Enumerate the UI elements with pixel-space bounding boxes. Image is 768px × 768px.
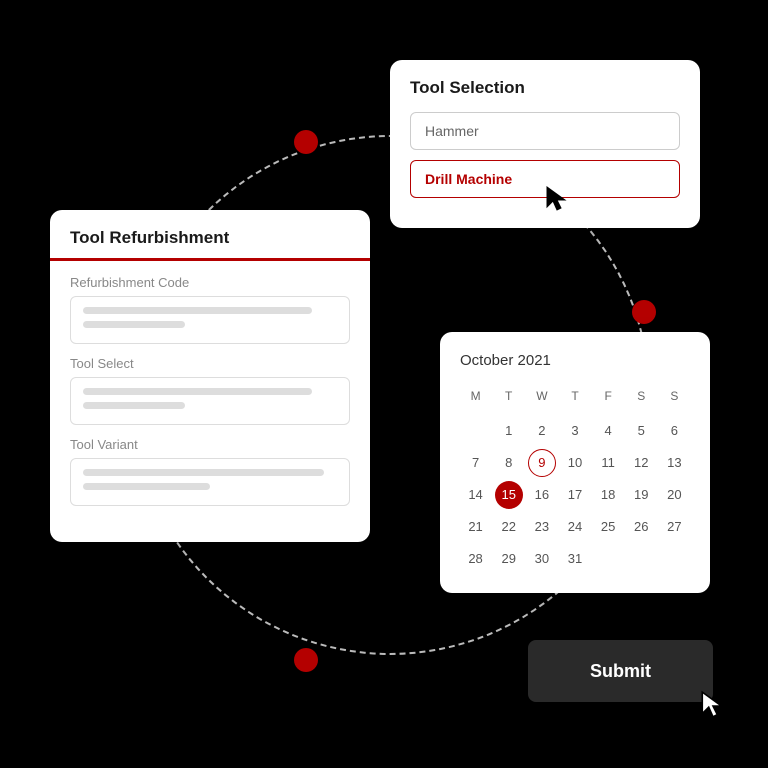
calendar-day[interactable]: 7 xyxy=(462,449,490,477)
placeholder-line xyxy=(83,321,185,328)
calendar-day[interactable]: 16 xyxy=(528,481,556,509)
calendar-dow: M xyxy=(460,385,491,413)
refurbishment-code-input[interactable] xyxy=(70,296,350,344)
tool-variant-input[interactable] xyxy=(70,458,350,506)
flow-dot xyxy=(294,130,318,154)
tool-variant-label: Tool Variant xyxy=(70,437,350,452)
calendar-day[interactable]: 27 xyxy=(660,513,688,541)
calendar-day[interactable]: 3 xyxy=(561,417,589,445)
calendar-day[interactable]: 22 xyxy=(495,513,523,541)
tool-selection-title: Tool Selection xyxy=(410,78,680,98)
calendar-day[interactable]: 28 xyxy=(462,545,490,573)
calendar-day[interactable]: 5 xyxy=(627,417,655,445)
calendar-day[interactable]: 30 xyxy=(528,545,556,573)
cursor-icon xyxy=(700,690,726,720)
calendar-day[interactable]: 26 xyxy=(627,513,655,541)
calendar-day[interactable]: 12 xyxy=(627,449,655,477)
calendar-day[interactable]: 1 xyxy=(495,417,523,445)
calendar-day[interactable]: 8 xyxy=(495,449,523,477)
submit-label: Submit xyxy=(590,661,651,682)
calendar-month-label: October 2021 xyxy=(460,352,690,369)
calendar-day[interactable]: 19 xyxy=(627,481,655,509)
calendar-dow: T xyxy=(559,385,590,413)
accent-divider xyxy=(50,258,370,261)
calendar-grid: MTWTFSS 12345678910111213141516171819202… xyxy=(460,385,690,573)
calendar-day[interactable]: 23 xyxy=(528,513,556,541)
option-hammer[interactable]: Hammer xyxy=(410,112,680,150)
calendar-dow: T xyxy=(493,385,524,413)
calendar-day[interactable]: 24 xyxy=(561,513,589,541)
refurbishment-title: Tool Refurbishment xyxy=(70,228,350,258)
calendar-day[interactable]: 18 xyxy=(594,481,622,509)
calendar-dow: F xyxy=(593,385,624,413)
flow-dot xyxy=(632,300,656,324)
calendar-day[interactable]: 15 xyxy=(495,481,523,509)
calendar-day[interactable]: 14 xyxy=(462,481,490,509)
flow-dot xyxy=(294,648,318,672)
placeholder-line xyxy=(83,469,324,476)
tool-select-input[interactable] xyxy=(70,377,350,425)
calendar-day[interactable]: 25 xyxy=(594,513,622,541)
tool-select-label: Tool Select xyxy=(70,356,350,371)
refurbishment-code-label: Refurbishment Code xyxy=(70,275,350,290)
calendar-day[interactable]: 13 xyxy=(660,449,688,477)
cursor-icon xyxy=(545,185,569,213)
calendar-day[interactable]: 9 xyxy=(528,449,556,477)
placeholder-line xyxy=(83,483,210,490)
calendar-day[interactable]: 17 xyxy=(561,481,589,509)
calendar-dow: W xyxy=(526,385,557,413)
calendar-day[interactable]: 11 xyxy=(594,449,622,477)
calendar-card: October 2021 MTWTFSS 1234567891011121314… xyxy=(440,332,710,593)
calendar-dow: S xyxy=(626,385,657,413)
calendar-day[interactable]: 2 xyxy=(528,417,556,445)
calendar-day[interactable]: 31 xyxy=(561,545,589,573)
calendar-day[interactable]: 29 xyxy=(495,545,523,573)
placeholder-line xyxy=(83,402,185,409)
tool-refurbishment-card: Tool Refurbishment Refurbishment Code To… xyxy=(50,210,370,542)
placeholder-line xyxy=(83,388,312,395)
placeholder-line xyxy=(83,307,312,314)
calendar-day[interactable]: 6 xyxy=(660,417,688,445)
submit-button[interactable]: Submit xyxy=(528,640,713,702)
calendar-day[interactable]: 10 xyxy=(561,449,589,477)
calendar-day[interactable]: 4 xyxy=(594,417,622,445)
calendar-day[interactable]: 21 xyxy=(462,513,490,541)
calendar-day[interactable]: 20 xyxy=(660,481,688,509)
calendar-dow: S xyxy=(659,385,690,413)
